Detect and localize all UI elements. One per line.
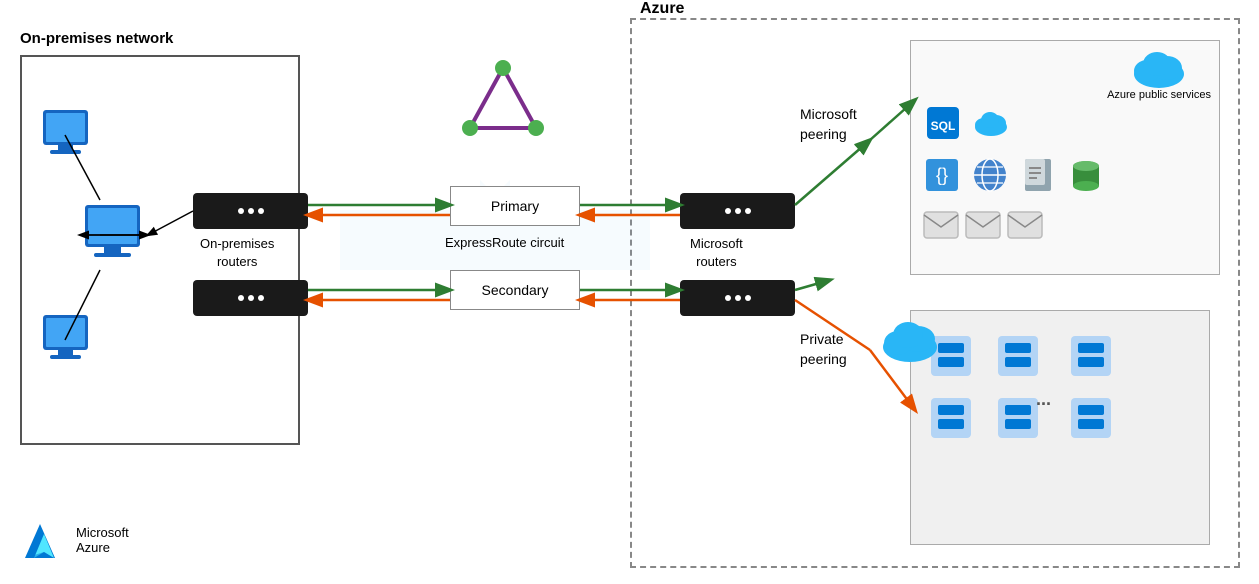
computer-bottom (38, 310, 93, 368)
doc-icon (1019, 156, 1057, 197)
azure-logo-text: Microsoft Azure (76, 525, 129, 555)
public-services-box: Azure public services SQL (910, 40, 1220, 275)
expressroute-label: ExpressRoute circuit (445, 235, 564, 250)
onprem-router-top (193, 193, 308, 229)
server-grid (926, 331, 1048, 443)
ms-router-bottom (680, 280, 795, 316)
ellipsis-separator: ... (1036, 389, 1051, 410)
azure-label: Azure (76, 540, 129, 555)
azure-cloud-public-icon (1129, 46, 1189, 94)
cloud-service-icon (971, 103, 1011, 146)
ms-routers-label: Microsoftrouters (690, 235, 743, 271)
onprem-title: On-premises network (20, 30, 173, 47)
secondary-label: Secondary (482, 282, 549, 298)
azure-logo-icon (20, 516, 68, 564)
azure-cloud-private-icon (878, 315, 943, 368)
secondary-circuit-box: Secondary (450, 270, 580, 310)
sql-icon: SQL (923, 103, 963, 146)
onprem-router-bottom (193, 280, 308, 316)
azure-title: Azure (640, 0, 684, 18)
private-peering-label: Privatepeering (800, 330, 847, 369)
private-peering-box: ... (910, 310, 1210, 545)
primary-circuit-box: Primary (450, 186, 580, 226)
azure-logo-area: Microsoft Azure (20, 516, 129, 564)
onprem-routers-label: On-premisesrouters (200, 235, 274, 271)
db-icon (1067, 156, 1105, 197)
email-icons-row (923, 211, 1043, 239)
storage-icon: {} (923, 156, 961, 197)
svg-text:{}: {} (936, 165, 948, 185)
ms-router-top (680, 193, 795, 229)
computer-middle (80, 200, 145, 268)
computer-top (38, 105, 93, 163)
svg-text:SQL: SQL (931, 119, 956, 133)
globe-icon (971, 156, 1009, 197)
microsoft-label: Microsoft (76, 525, 129, 540)
server-col-right (1066, 331, 1116, 443)
microsoft-peering-label: Microsoftpeering (800, 105, 857, 144)
primary-label: Primary (491, 198, 539, 214)
diagram-container: On-premises network Azure Azure public s… (0, 0, 1259, 584)
